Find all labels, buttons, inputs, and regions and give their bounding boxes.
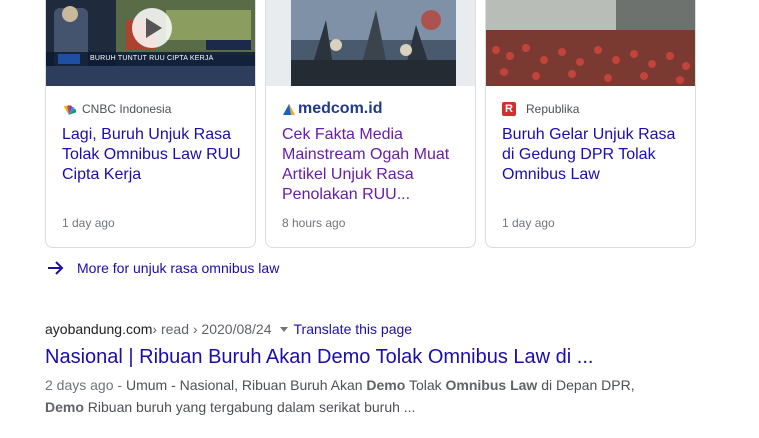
snippet-text: Umum - Nasional, Ribuan Buruh Akan (125, 377, 367, 393)
result-domain: ayobandung.com (45, 321, 153, 337)
snippet-highlight: Demo (366, 377, 406, 393)
news-card-title[interactable]: Lagi, Buruh Unjuk Rasa Tolak Omnibus Law… (62, 125, 244, 185)
arrow-right-icon (47, 259, 65, 277)
result-title-link[interactable]: Nasional | Ribuan Buruh Akan Demo Tolak … (45, 344, 685, 370)
crowd-at-dpr-image (486, 0, 695, 86)
caret-down-icon[interactable] (279, 326, 288, 332)
news-card-medcom[interactable]: medcom.id Cek Fakta Media Mainstream Oga… (265, 0, 476, 248)
news-source-name: CNBC Indonesia (82, 102, 172, 116)
news-source-name: Republika (526, 102, 580, 116)
news-thumbnail[interactable] (486, 0, 695, 86)
snippet-line: Demo Ribuan buruh yang tergabung dalam s… (45, 396, 685, 418)
translate-link[interactable]: Translate this page (294, 321, 413, 337)
news-card-republika[interactable]: R Republika Buruh Gelar Unjuk Rasa di Ge… (485, 0, 696, 248)
republika-logo-icon: R (502, 102, 516, 116)
search-result: ayobandung.com › read › 2020/08/24 Trans… (45, 318, 685, 418)
result-citation: ayobandung.com › read › 2020/08/24 Trans… (45, 318, 685, 340)
news-card-title[interactable]: Buruh Gelar Unjuk Rasa di Gedung DPR Tol… (502, 125, 684, 185)
protest-video-image (46, 0, 255, 86)
result-snippet: 2 days ago - Umum - Nasional, Ribuan Bur… (45, 374, 685, 418)
snippet-date: 2 days ago (45, 377, 114, 393)
more-news-link[interactable]: More for unjuk rasa omnibus law (47, 256, 279, 280)
news-thumbnail[interactable]: BURUH TUNTUT RUU CIPTA KERJA (46, 0, 255, 86)
news-card-time: 1 day ago (502, 216, 555, 230)
snippet-separator: - (113, 377, 126, 393)
news-thumbnail[interactable] (266, 0, 475, 86)
snippet-text: Tolak (405, 377, 446, 393)
news-card-time: 8 hours ago (282, 216, 346, 230)
news-source-name: medcom.id (298, 100, 383, 117)
medcom-logo-icon (282, 102, 296, 116)
news-card-cnbc[interactable]: BURUH TUNTUT RUU CIPTA KERJA CNBC Indone… (45, 0, 256, 248)
snippet-text: Ribuan buruh yang tergabung dalam serika… (83, 399, 416, 415)
snippet-text: di Depan DPR, (537, 377, 635, 393)
news-card-title[interactable]: Cek Fakta Media Mainstream Ogah Muat Art… (282, 125, 464, 205)
crowd-protest-image (266, 0, 475, 86)
snippet-line: 2 days ago - Umum - Nasional, Ribuan Bur… (45, 374, 685, 396)
snippet-highlight: Omnibus Law (445, 377, 538, 393)
result-path: › read › 2020/08/24 (152, 321, 272, 337)
more-news-label: More for unjuk rasa omnibus law (77, 260, 280, 276)
thumbnail-caption: BURUH TUNTUT RUU CIPTA KERJA (90, 55, 214, 62)
cnbc-logo-icon (62, 103, 77, 115)
news-card-time: 1 day ago (62, 216, 115, 230)
snippet-highlight: Demo (45, 399, 84, 415)
